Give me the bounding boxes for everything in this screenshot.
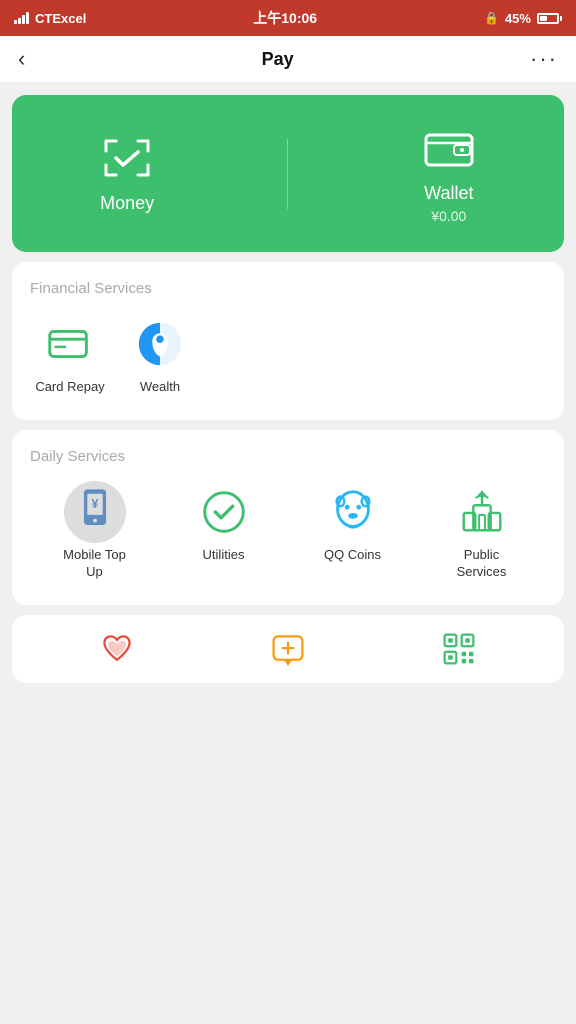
wallet-item[interactable]: Wallet ¥0.00 (419, 123, 479, 224)
public-services-label: Public Services (457, 547, 507, 581)
wealth-item[interactable]: Wealth (120, 317, 200, 396)
bottom-toolbar (12, 615, 564, 683)
card-repay-label: Card Repay (35, 379, 104, 396)
page-title: Pay (262, 49, 294, 70)
status-left: CTExcel (14, 11, 86, 26)
qq-coins-label: QQ Coins (324, 547, 381, 564)
signal-icon (14, 12, 29, 24)
qr-grid-icon (441, 631, 477, 667)
qr-grid-toolbar-item[interactable] (441, 631, 477, 667)
public-services-icon (455, 485, 509, 539)
mobile-topup-icon: ¥ (68, 485, 122, 539)
financial-services-grid: Card Repay Wealth (30, 317, 546, 396)
utilities-item[interactable]: Utilities (159, 485, 288, 581)
back-button[interactable]: ‹ (18, 46, 25, 72)
public-services-item[interactable]: Public Services (417, 485, 546, 581)
more-button[interactable]: ··· (530, 46, 558, 72)
status-time: 上午10:06 (253, 8, 317, 28)
daily-services-grid: ¥ Mobile Top Up Utilities (30, 485, 546, 581)
divider (287, 139, 288, 209)
green-card: Money Wallet ¥0.00 (12, 95, 564, 252)
carrier-name: CTExcel (35, 11, 86, 26)
add-chat-icon (270, 631, 306, 667)
financial-services-card: Financial Services Card Repay (12, 262, 564, 420)
money-label: Money (100, 193, 154, 214)
health-toolbar-item[interactable] (99, 631, 135, 667)
health-icon (99, 631, 135, 667)
utilities-icon (197, 485, 251, 539)
wallet-balance: ¥0.00 (431, 208, 466, 224)
qq-coins-icon (326, 485, 380, 539)
wallet-icon (419, 123, 479, 173)
mobile-overlay (64, 481, 126, 543)
battery-icon (537, 13, 562, 24)
mobile-topup-item[interactable]: ¥ Mobile Top Up (30, 485, 159, 581)
wealth-icon (133, 317, 187, 371)
card-repay-item[interactable]: Card Repay (30, 317, 110, 396)
wealth-label: Wealth (140, 379, 180, 396)
status-right: 🔒 45% (484, 11, 562, 26)
utilities-label: Utilities (203, 547, 245, 564)
money-item[interactable]: Money (97, 133, 157, 214)
money-icon (97, 133, 157, 183)
card-repay-icon (43, 317, 97, 371)
financial-section-title: Financial Services (30, 280, 546, 297)
daily-section-title: Daily Services (30, 448, 546, 465)
lock-icon: 🔒 (484, 11, 499, 25)
daily-services-card: Daily Services ¥ Mobile Top Up (12, 430, 564, 605)
mobile-topup-label: Mobile Top Up (63, 547, 126, 581)
qq-coins-item[interactable]: QQ Coins (288, 485, 417, 581)
battery-percentage: 45% (505, 11, 531, 26)
add-chat-toolbar-item[interactable] (270, 631, 306, 667)
wallet-label: Wallet (424, 183, 473, 204)
nav-bar: ‹ Pay ··· (0, 36, 576, 83)
status-bar: CTExcel 上午10:06 🔒 45% (0, 0, 576, 36)
